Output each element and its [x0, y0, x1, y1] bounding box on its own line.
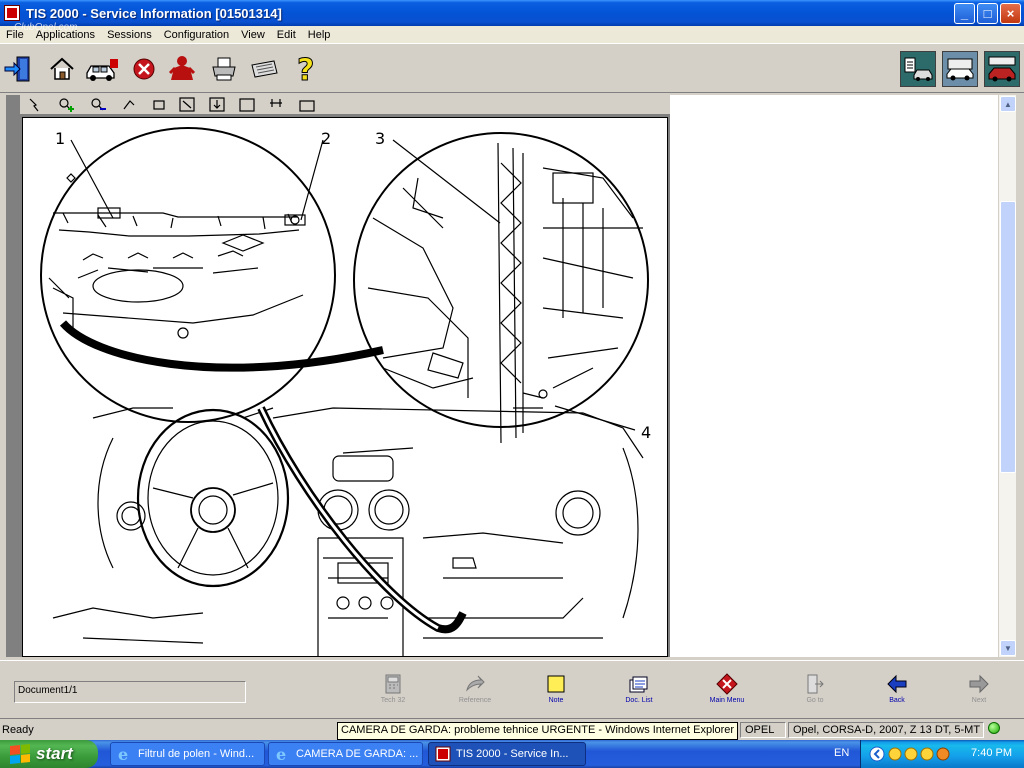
printer-icon[interactable] — [208, 53, 240, 85]
main-toolbar: ? — [0, 45, 1024, 93]
clock: 7:40 PM — [971, 747, 1012, 759]
reference-icon — [463, 673, 487, 695]
tech32-icon — [381, 673, 405, 695]
internet-explorer-icon: e — [118, 746, 128, 762]
status-vehicle: Opel, CORSA-D, 2007, Z 13 DT, 5-MT — [788, 722, 984, 738]
zoom-in-icon — [59, 98, 69, 108]
menu-help[interactable]: Help — [302, 29, 337, 41]
svg-text:e: e — [276, 746, 286, 762]
help-question-icon[interactable]: ? — [290, 53, 322, 85]
keyboard-icon[interactable] — [248, 53, 280, 85]
task-filtrul-de-polen[interactable]: e Filtrul de polen - Wind... — [110, 742, 265, 766]
menu-edit[interactable]: Edit — [271, 29, 302, 41]
tis-app-icon[interactable] — [4, 5, 20, 21]
taskbar: start e Filtrul de polen - Wind... e CAM… — [0, 740, 1024, 768]
text-content-pane[interactable] — [670, 95, 998, 657]
print-small-icon — [299, 100, 315, 112]
status-make: OPEL — [740, 722, 786, 738]
detail-circle-right — [353, 132, 649, 428]
note-button[interactable]: Note — [525, 673, 587, 711]
title-bar[interactable]: TIS 2000 - Service Information [01501314… — [0, 0, 1024, 26]
site-watermark: ClubOpel.com — [14, 22, 78, 33]
window-title: TIS 2000 - Service Information [01501314… — [26, 5, 282, 21]
main-menu-button[interactable]: Main Menu — [696, 673, 758, 711]
pan-tool-icon — [123, 100, 135, 110]
zoom-out-icon — [91, 98, 101, 108]
minimize-button[interactable]: _ — [954, 3, 975, 24]
task-tis-2000[interactable]: TIS 2000 - Service In... — [428, 742, 586, 766]
connection-status-icon — [988, 722, 1000, 734]
back-icon — [885, 673, 909, 695]
vehicle-selection-icon[interactable] — [84, 53, 120, 85]
system-tray: 7:40 PM — [860, 740, 1024, 768]
page-icon — [153, 100, 165, 110]
smiley-icon — [904, 747, 918, 761]
back-button[interactable]: Back — [866, 673, 928, 711]
scroll-down-button[interactable]: ▼ — [1000, 640, 1016, 656]
language-indicator[interactable]: EN — [834, 747, 849, 759]
exit-icon[interactable] — [2, 53, 34, 85]
next-icon — [967, 673, 991, 695]
vertical-scrollbar[interactable]: ▲ ▼ — [998, 95, 1016, 657]
tech32-button[interactable]: Tech 32 — [362, 673, 424, 711]
go-to-button[interactable]: Go to — [784, 673, 846, 711]
callout-4: 4 — [641, 423, 651, 442]
menu-bar: File Applications Sessions Configuration… — [0, 26, 1024, 44]
main-menu-icon — [715, 673, 739, 695]
reference-button[interactable]: Reference — [444, 673, 506, 711]
callout-1: 1 — [55, 129, 65, 148]
svg-text:?: ? — [297, 53, 314, 85]
svg-text:e: e — [118, 746, 128, 762]
go-to-icon — [803, 673, 827, 695]
doc-list-icon — [627, 673, 651, 695]
home-icon[interactable] — [46, 53, 78, 85]
navigation-bar: Document1/1 Tech 32 Reference Note Doc. … — [0, 660, 1024, 716]
doc-list-button[interactable]: Doc. List — [608, 673, 670, 711]
service-car-icon[interactable] — [942, 51, 978, 87]
menu-sessions[interactable]: Sessions — [101, 29, 158, 41]
start-button[interactable]: start — [0, 740, 98, 768]
vehicle-car-icon[interactable] — [984, 51, 1020, 87]
info-car-icon[interactable] — [900, 51, 936, 87]
person-icon[interactable] — [166, 53, 198, 85]
measure-icon — [270, 99, 282, 107]
stop-icon[interactable] — [128, 53, 160, 85]
maximize-button[interactable]: □ — [977, 3, 998, 24]
scroll-thumb[interactable] — [1000, 201, 1016, 473]
document-view-pane: 1 2 3 4 — [6, 95, 670, 657]
pointer-tool-icon — [29, 98, 39, 112]
steering-wheel — [136, 408, 290, 588]
windows-logo-icon — [10, 743, 30, 765]
menu-view[interactable]: View — [235, 29, 271, 41]
scroll-up-button[interactable]: ▲ — [1000, 96, 1016, 112]
update-icon — [936, 747, 950, 761]
internet-explorer-icon: e — [276, 746, 286, 762]
frame-icon — [239, 98, 255, 112]
callout-3: 3 — [375, 129, 385, 148]
menu-configuration[interactable]: Configuration — [158, 29, 235, 41]
technical-drawing[interactable]: 1 2 3 4 — [22, 117, 668, 657]
status-ready: Ready — [2, 724, 34, 736]
tray-expand-icon — [869, 746, 885, 762]
document-field: Document1/1 — [14, 681, 246, 703]
drawing-tool-strip — [20, 95, 670, 115]
next-button[interactable]: Next — [948, 673, 1010, 711]
close-button[interactable]: × — [1000, 3, 1021, 24]
window-controls: _ □ × — [954, 3, 1021, 24]
callout-2: 2 — [321, 129, 331, 148]
taskbar-tooltip: CAMERA DE GARDA: probleme tehnice URGENT… — [337, 722, 739, 740]
messenger-icon — [888, 747, 902, 761]
tis-app-icon — [435, 746, 451, 762]
yahoo-messenger-icon — [920, 747, 934, 761]
note-icon — [544, 673, 568, 695]
task-camera-de-garda[interactable]: e CAMERA DE GARDA: ... — [268, 742, 423, 766]
